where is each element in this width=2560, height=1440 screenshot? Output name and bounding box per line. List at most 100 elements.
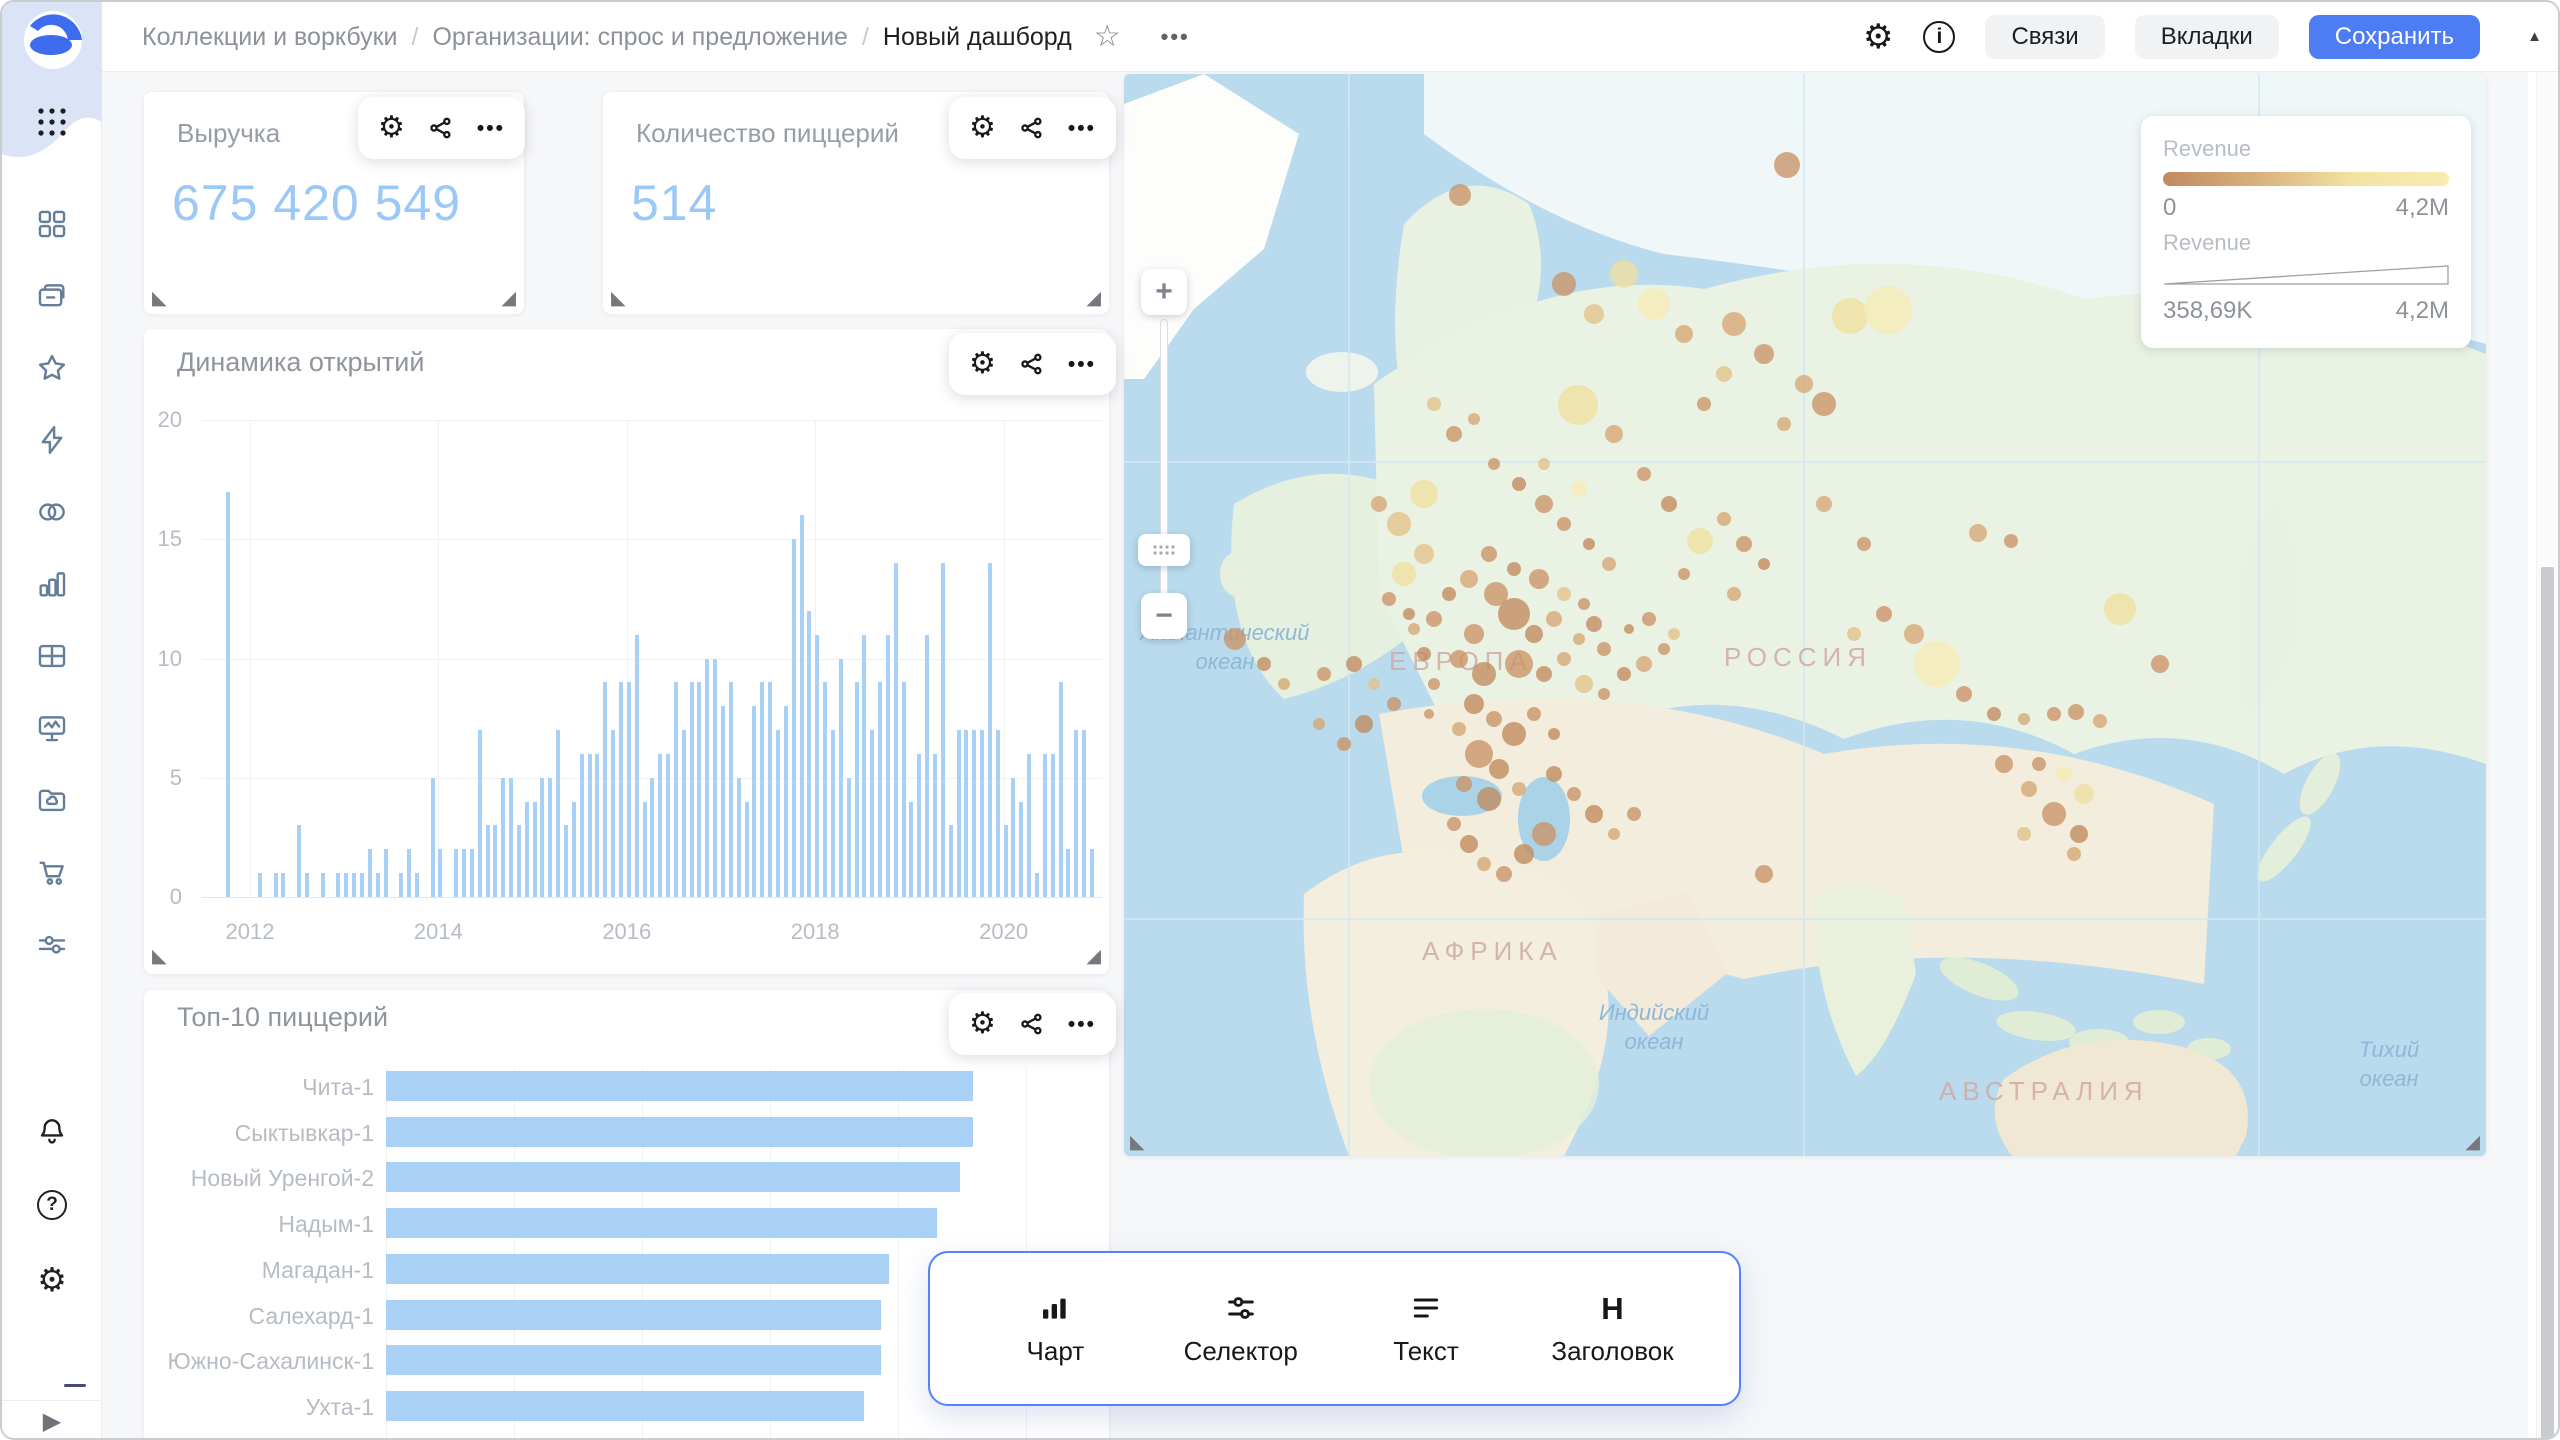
save-button[interactable]: Сохранить	[2309, 15, 2480, 59]
dynamics-bar	[909, 802, 913, 897]
datalens-logo-icon[interactable]	[23, 10, 83, 70]
add-selector-button[interactable]: Селектор	[1181, 1290, 1301, 1367]
map-point	[1525, 625, 1543, 643]
sidebar-item-storage[interactable]	[35, 783, 69, 817]
sidebar-item-quick-actions[interactable]	[35, 423, 69, 457]
tabs-button[interactable]: Вкладки	[2135, 15, 2279, 59]
dynamics-bar	[807, 611, 811, 897]
dynamics-bar	[360, 873, 364, 897]
add-text-button[interactable]: Текст	[1366, 1290, 1486, 1367]
resize-handle-bl[interactable]: ◣	[152, 289, 167, 308]
widget-share-icon[interactable]	[427, 114, 455, 142]
widget-gear-icon[interactable]: ⚙	[969, 1009, 996, 1039]
dynamics-bar	[635, 635, 639, 897]
map-point	[1392, 562, 1416, 586]
map-point	[1387, 697, 1401, 711]
dynamics-bar	[713, 659, 717, 898]
widget-share-icon[interactable]	[1018, 1010, 1046, 1038]
map-point	[1505, 650, 1533, 678]
map-point	[1658, 643, 1670, 655]
map-point	[1403, 608, 1415, 620]
breadcrumb-workbook[interactable]: Организации: спрос и предложение	[432, 23, 847, 52]
map-point	[1460, 570, 1478, 588]
sidebar-item-service-settings[interactable]	[35, 927, 69, 961]
dynamics-bar	[603, 682, 607, 897]
map-zoom-in-button[interactable]: +	[1141, 269, 1187, 315]
map-point	[1575, 675, 1593, 693]
sidebar-item-tables[interactable]	[35, 639, 69, 673]
sidebar-item-editor[interactable]	[35, 711, 69, 745]
links-button[interactable]: Связи	[1985, 15, 2104, 59]
map-point	[1914, 641, 1960, 687]
map-point	[2104, 593, 2136, 625]
widget-toolbar: ⚙ •••	[949, 333, 1116, 395]
map-point	[1426, 611, 1442, 627]
widget-geo-map[interactable]: ЕВРОПА РОССИЯ АФРИКА АВСТРАЛИЯ Атлантиче…	[1124, 74, 2486, 1156]
top10-category-label: Чита-1	[158, 1074, 374, 1101]
widget-more-icon[interactable]: •••	[1068, 1014, 1096, 1035]
favorite-star-icon[interactable]: ☆	[1094, 22, 1121, 52]
widget-toolbar: ⚙ •••	[949, 993, 1116, 1055]
sidebar-item-connections[interactable]	[35, 495, 69, 529]
breadcrumb: Коллекции и воркбуки / Организации: спро…	[142, 2, 1190, 72]
widget-gear-icon[interactable]: ⚙	[969, 113, 996, 143]
apps-grid-icon[interactable]	[34, 104, 70, 145]
add-chart-button[interactable]: Чарт	[995, 1290, 1115, 1367]
resize-handle-br[interactable]: ◢	[1086, 947, 1101, 966]
map-point	[1552, 272, 1576, 296]
resize-handle-br[interactable]: ◢	[1086, 289, 1101, 308]
map-point	[1489, 759, 1509, 779]
widget-share-icon[interactable]	[1018, 114, 1046, 142]
dynamics-bar	[1011, 778, 1015, 897]
widget-gear-icon[interactable]: ⚙	[378, 113, 405, 143]
info-icon[interactable]: i	[1923, 21, 1955, 53]
notifications-bell-icon[interactable]	[35, 1114, 69, 1148]
sidebar-item-marketplace[interactable]	[35, 855, 69, 889]
resize-handle-bl[interactable]: ◣	[611, 289, 626, 308]
dynamics-bar	[933, 754, 937, 897]
map-point	[1617, 667, 1631, 681]
breadcrumb-more-icon[interactable]: •••	[1161, 24, 1190, 50]
dynamics-bar	[431, 778, 435, 897]
sidebar-item-charts[interactable]	[35, 567, 69, 601]
map-point	[1995, 755, 2013, 773]
map-zoom-slider-handle[interactable]	[1138, 534, 1190, 566]
top10-category-label: Надым-1	[158, 1211, 374, 1238]
sidebar-item-favorites[interactable]	[35, 351, 69, 385]
resize-handle-br[interactable]: ◢	[501, 289, 516, 308]
dashboard-settings-gear-icon[interactable]: ⚙	[1863, 20, 1893, 54]
sidebar-item-workbooks[interactable]	[35, 279, 69, 313]
map-point	[1224, 628, 1246, 650]
dynamics-bar	[297, 825, 301, 897]
map-point	[1536, 666, 1552, 682]
map-point	[1969, 524, 1987, 542]
widget-share-icon[interactable]	[1018, 350, 1046, 378]
breadcrumb-collections[interactable]: Коллекции и воркбуки	[142, 23, 398, 52]
sidebar-nav	[2, 207, 102, 961]
scroll-up-arrow-icon[interactable]: ▲	[2527, 28, 2542, 45]
map-point	[1532, 822, 1556, 846]
dynamics-bar	[800, 515, 804, 897]
add-heading-button[interactable]: H Заголовок	[1551, 1290, 1673, 1367]
map-zoom-out-button[interactable]: −	[1141, 593, 1187, 639]
sidebar-item-collections[interactable]	[35, 207, 69, 241]
settings-gear-icon[interactable]: ⚙	[35, 1262, 69, 1296]
vertical-scrollbar[interactable]	[2536, 72, 2558, 1438]
y-tick-label: 5	[144, 765, 182, 791]
resize-handle-br[interactable]: ◢	[2465, 1133, 2480, 1152]
help-icon[interactable]: ?	[35, 1188, 69, 1222]
resize-handle-bl[interactable]: ◣	[152, 947, 167, 966]
scrollbar-thumb[interactable]	[2541, 567, 2554, 1440]
map-point	[2021, 781, 2037, 797]
dynamics-bar	[878, 682, 882, 897]
widget-more-icon[interactable]: •••	[477, 118, 505, 139]
widget-more-icon[interactable]: •••	[1068, 118, 1096, 139]
resize-handle-bl[interactable]: ◣	[1130, 1133, 1145, 1152]
widget-gear-icon[interactable]: ⚙	[969, 349, 996, 379]
expand-sidebar-icon[interactable]: ▶	[43, 1410, 61, 1434]
widget-more-icon[interactable]: •••	[1068, 354, 1096, 375]
map-point	[1571, 481, 1587, 497]
map-point	[1465, 740, 1493, 768]
dynamics-bar	[721, 706, 725, 897]
sidebar-drag-handle[interactable]	[64, 1384, 86, 1387]
